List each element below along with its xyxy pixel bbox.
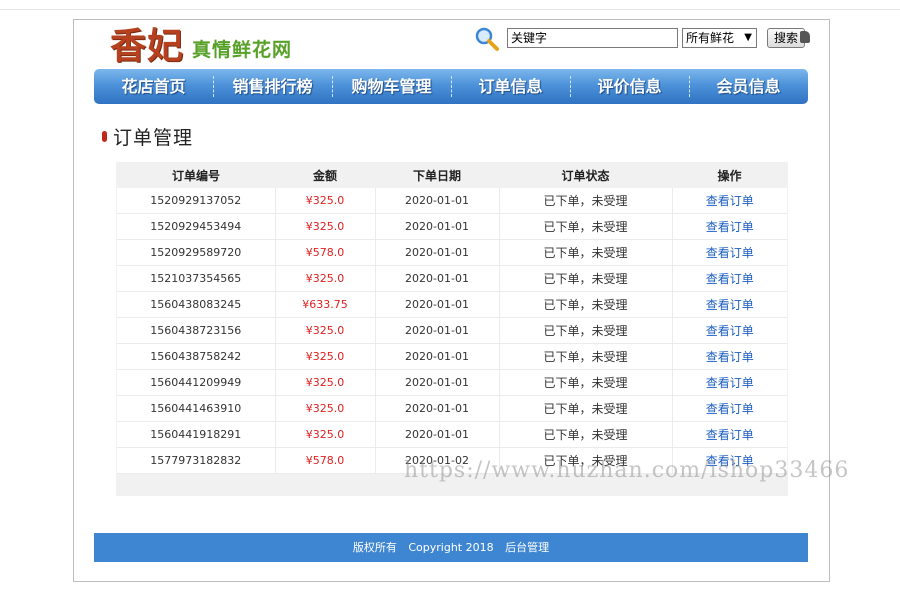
top-divider bbox=[0, 9, 900, 10]
view-order-link[interactable]: 查看订单 bbox=[672, 213, 787, 240]
nav-item-members[interactable]: 会员信息 bbox=[689, 69, 808, 104]
view-order-link[interactable]: 查看订单 bbox=[672, 369, 787, 396]
order-status-cell: 已下单，未受理 bbox=[499, 395, 673, 422]
amount-cell: ¥325.0 bbox=[275, 317, 376, 344]
table-header-row: 订单编号 金额 下单日期 订单状态 操作 bbox=[117, 162, 787, 188]
table-row: 1521037354565 ¥325.0 2020-01-01 已下单，未受理 查看订单 bbox=[117, 265, 787, 292]
category-select[interactable]: 所有鲜花 ▼ bbox=[682, 28, 757, 48]
order-date-cell: 2020-01-01 bbox=[375, 188, 500, 214]
amount-cell: ¥325.0 bbox=[275, 421, 376, 448]
table-row: 1560438083245 ¥633.75 2020-01-01 已下单，未受理 查看订… bbox=[117, 291, 787, 318]
site-logo[interactable]: 香妃 真情鲜花网 bbox=[110, 24, 292, 64]
table-row: 1520929137052 ¥325.0 2020-01-01 已下单，未受理 查看订单 bbox=[117, 188, 787, 214]
order-status-cell: 已下单，未受理 bbox=[499, 291, 673, 318]
bullet-icon bbox=[102, 131, 107, 142]
amount-cell: ¥325.0 bbox=[275, 265, 376, 292]
view-order-link[interactable]: 查看订单 bbox=[672, 421, 787, 448]
order-date-cell: 2020-01-01 bbox=[375, 239, 500, 266]
view-order-link[interactable]: 查看订单 bbox=[672, 291, 787, 318]
order-number-cell: 1560441463910 bbox=[117, 395, 276, 422]
header-amount: 金额 bbox=[275, 162, 375, 188]
order-date-cell: 2020-01-01 bbox=[375, 343, 500, 370]
amount-cell: ¥578.0 bbox=[275, 447, 376, 474]
logo-tagline: 真情鲜花网 bbox=[192, 39, 293, 61]
nav-item-reviews[interactable]: 评价信息 bbox=[570, 69, 689, 104]
orders-table: 订单编号 金额 下单日期 订单状态 操作 1520929137052 ¥325.0… bbox=[117, 162, 787, 474]
amount-cell: ¥325.0 bbox=[275, 188, 376, 214]
header-order-number: 订单编号 bbox=[117, 162, 275, 188]
search-button[interactable]: 搜索 bbox=[767, 28, 810, 48]
order-number-cell: 1521037354565 bbox=[117, 265, 276, 292]
nav-item-sales-ranking[interactable]: 销售排行榜 bbox=[213, 69, 332, 104]
order-number-cell: 1520929589720 bbox=[117, 239, 276, 266]
page-title: 订单管理 bbox=[113, 127, 194, 149]
order-date-cell: 2020-01-01 bbox=[375, 317, 500, 344]
orders-table-body: 1520929137052 ¥325.0 2020-01-01 已下单，未受理 查看订单… bbox=[117, 188, 787, 474]
amount-cell: ¥325.0 bbox=[275, 369, 376, 396]
amount-cell: ¥578.0 bbox=[275, 239, 376, 266]
order-status-cell: 已下单，未受理 bbox=[499, 188, 673, 214]
table-row: 1560441463910 ¥325.0 2020-01-01 已下单，未受理 查看订单 bbox=[117, 395, 787, 422]
footer-copyright: Copyright 2018 bbox=[408, 541, 494, 554]
header-action: 操作 bbox=[672, 162, 787, 188]
search-input[interactable]: 关键字 bbox=[507, 28, 678, 48]
nav-item-home[interactable]: 花店首页 bbox=[94, 69, 213, 104]
section-heading: 订单管理 bbox=[102, 123, 193, 150]
orders-table-container: 订单编号 金额 下单日期 订单状态 操作 1520929137052 ¥325.0… bbox=[116, 162, 788, 496]
main-nav: 花店首页 销售排行榜 购物车管理 订单信息 评价信息 会员信息 bbox=[94, 69, 808, 104]
table-row: 1560438758242 ¥325.0 2020-01-01 已下单，未受理 查看订单 bbox=[117, 343, 787, 370]
table-row: 1560441918291 ¥325.0 2020-01-01 已下单，未受理 查看订单 bbox=[117, 421, 787, 448]
order-date-cell: 2020-01-01 bbox=[375, 291, 500, 318]
category-select-value: 所有鲜花 bbox=[686, 31, 735, 45]
watermark-text: https://www.huzhan.com/ishop33466 bbox=[404, 458, 850, 483]
table-row: 1520929453494 ¥325.0 2020-01-01 已下单，未受理 查看订单 bbox=[117, 213, 787, 240]
view-order-link[interactable]: 查看订单 bbox=[672, 265, 787, 292]
order-number-cell: 1520929137052 bbox=[117, 188, 276, 214]
order-number-cell: 1560438758242 bbox=[117, 343, 276, 370]
order-number-cell: 1560441209949 bbox=[117, 369, 276, 396]
order-number-cell: 1577973182832 bbox=[117, 447, 276, 474]
logo-name: 香妃 bbox=[110, 25, 185, 67]
footer-rights: 版权所有 bbox=[352, 541, 397, 554]
order-status-cell: 已下单，未受理 bbox=[499, 369, 673, 396]
view-order-link[interactable]: 查看订单 bbox=[672, 317, 787, 344]
search-button-label: 搜索 bbox=[773, 31, 798, 45]
order-date-cell: 2020-01-01 bbox=[375, 395, 500, 422]
order-number-cell: 1560438083245 bbox=[117, 291, 276, 318]
order-status-cell: 已下单，未受理 bbox=[499, 239, 673, 266]
nav-item-cart[interactable]: 购物车管理 bbox=[332, 69, 451, 104]
order-date-cell: 2020-01-01 bbox=[375, 369, 500, 396]
order-date-cell: 2020-01-01 bbox=[375, 265, 500, 292]
order-status-cell: 已下单，未受理 bbox=[499, 265, 673, 292]
order-number-cell: 1520929453494 bbox=[117, 213, 276, 240]
table-row: 1560441209949 ¥325.0 2020-01-01 已下单，未受理 查看订单 bbox=[117, 369, 787, 396]
order-status-cell: 已下单，未受理 bbox=[499, 343, 673, 370]
order-status-cell: 已下单，未受理 bbox=[499, 317, 673, 344]
header-order-date: 下单日期 bbox=[375, 162, 499, 188]
pointer-icon bbox=[800, 31, 810, 43]
nav-item-orders[interactable]: 订单信息 bbox=[451, 69, 570, 104]
order-date-cell: 2020-01-01 bbox=[375, 213, 500, 240]
table-row: 1560438723156 ¥325.0 2020-01-01 已下单，未受理 查看订单 bbox=[117, 317, 787, 344]
header-order-status: 订单状态 bbox=[499, 162, 672, 188]
view-order-link[interactable]: 查看订单 bbox=[672, 188, 787, 214]
page-frame: 香妃 真情鲜花网 关键字 所有鲜花 ▼ 搜索 花店首页 销售排行榜 购物车管理 … bbox=[73, 19, 830, 582]
chevron-down-icon: ▼ bbox=[744, 32, 752, 43]
amount-cell: ¥325.0 bbox=[275, 213, 376, 240]
amount-cell: ¥325.0 bbox=[275, 395, 376, 422]
order-date-cell: 2020-01-01 bbox=[375, 421, 500, 448]
footer: 版权所有 Copyright 2018 后台管理 bbox=[94, 533, 808, 562]
view-order-link[interactable]: 查看订单 bbox=[672, 395, 787, 422]
table-row: 1520929589720 ¥578.0 2020-01-01 已下单，未受理 查看订单 bbox=[117, 239, 787, 266]
amount-cell: ¥325.0 bbox=[275, 343, 376, 370]
order-status-cell: 已下单，未受理 bbox=[499, 213, 673, 240]
search-icon bbox=[475, 27, 499, 51]
amount-cell: ¥633.75 bbox=[275, 291, 376, 318]
order-number-cell: 1560438723156 bbox=[117, 317, 276, 344]
footer-admin-link[interactable]: 后台管理 bbox=[505, 541, 549, 554]
view-order-link[interactable]: 查看订单 bbox=[672, 343, 787, 370]
view-order-link[interactable]: 查看订单 bbox=[672, 239, 787, 266]
order-status-cell: 已下单，未受理 bbox=[499, 421, 673, 448]
order-number-cell: 1560441918291 bbox=[117, 421, 276, 448]
